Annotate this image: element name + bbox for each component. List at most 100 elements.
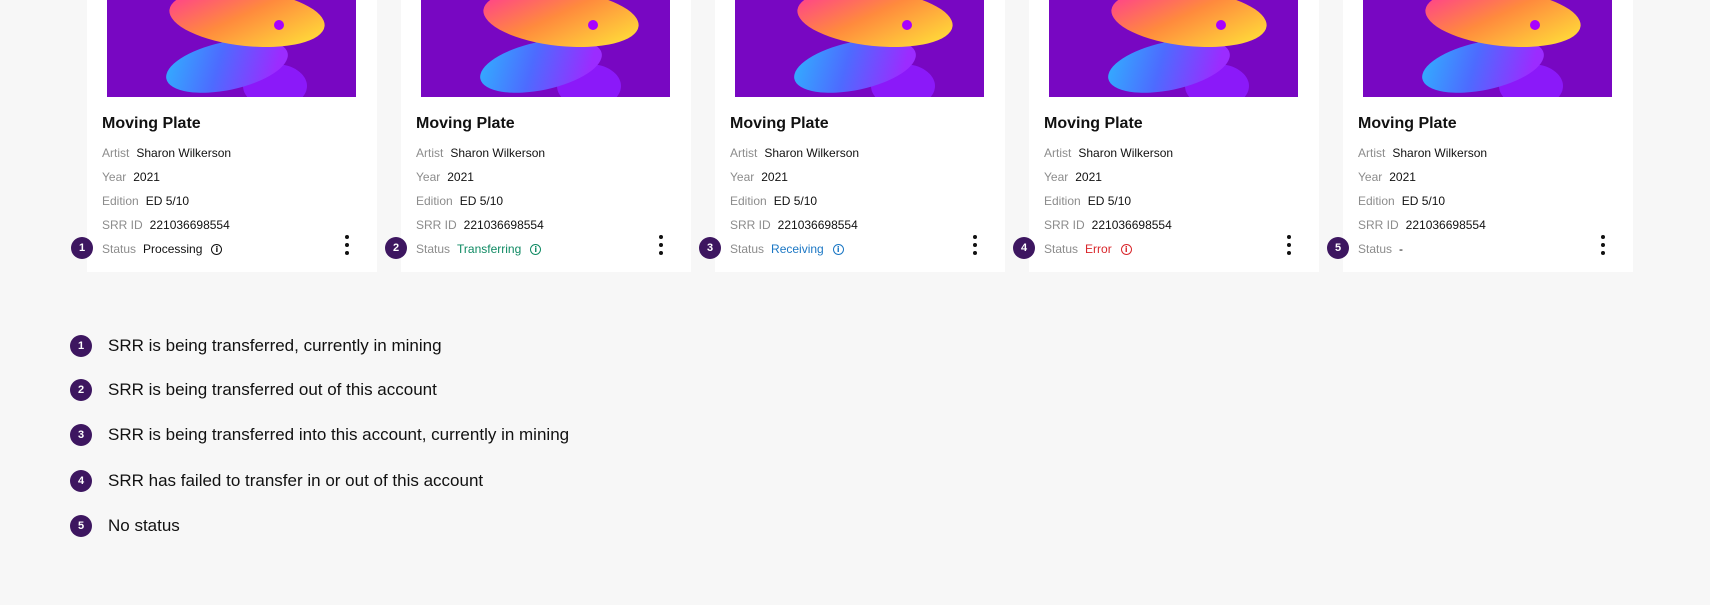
info-icon[interactable]: i (211, 243, 223, 255)
edition-value: ED 5/10 (145, 194, 190, 208)
status-row: Status - (1358, 242, 1403, 256)
srr-id-label: SRR ID (1358, 218, 1399, 232)
info-icon[interactable]: i (1120, 243, 1132, 255)
srr-id-value: 221036698554 (1091, 218, 1172, 232)
artwork-title: Moving Plate (1358, 115, 1457, 132)
srr-id-row: SRR ID 221036698554 (102, 218, 230, 232)
status-text: Transferring (457, 242, 522, 256)
edition-label: Edition (730, 194, 767, 208)
year-label: Year (1358, 170, 1383, 184)
edition-row: Edition ED 5/10 (1044, 194, 1131, 208)
edition-row: Edition ED 5/10 (1358, 194, 1445, 208)
more-options-icon[interactable] (657, 235, 665, 255)
status-value: Processing i (143, 242, 223, 256)
legend-badge: 5 (70, 515, 92, 537)
more-options-icon[interactable] (1285, 235, 1293, 255)
more-options-icon[interactable] (1599, 235, 1607, 255)
status-label: Status (102, 242, 137, 256)
status-label: Status (1358, 242, 1393, 256)
edition-label: Edition (102, 194, 139, 208)
legend-text: SRR is being transferred into this accou… (108, 425, 570, 444)
year-value: 2021 (447, 170, 474, 184)
legend-item: 3 SRR is being transferred into this acco… (70, 423, 569, 447)
artwork-image (421, 0, 670, 97)
status-label: Status (730, 242, 765, 256)
status-label: Status (416, 242, 451, 256)
edition-row: Edition ED 5/10 (416, 194, 503, 208)
artist-label: Artist (730, 146, 758, 160)
srr-id-label: SRR ID (730, 218, 771, 232)
edition-value: ED 5/10 (459, 194, 504, 208)
edition-row: Edition ED 5/10 (102, 194, 189, 208)
step-badge: 1 (71, 237, 93, 259)
edition-value: ED 5/10 (1401, 194, 1446, 208)
info-icon[interactable]: i (832, 243, 844, 255)
more-options-icon[interactable] (343, 235, 351, 255)
artwork-card[interactable]: Moving Plate Artist Sharon Wilkerson Year 20… (401, 0, 691, 272)
artwork-title: Moving Plate (1044, 115, 1143, 132)
artwork-card[interactable]: Moving Plate Artist Sharon Wilkerson Year 20… (1343, 0, 1633, 272)
year-row: Year 2021 (730, 170, 788, 184)
year-value: 2021 (1075, 170, 1102, 184)
status-value: - (1399, 242, 1403, 256)
edition-value: ED 5/10 (773, 194, 818, 208)
legend-text: SRR is being transferred out of this acc… (108, 380, 437, 399)
status-value: Receiving i (771, 242, 844, 256)
srr-id-label: SRR ID (416, 218, 457, 232)
srr-id-value: 221036698554 (149, 218, 230, 232)
step-badge: 3 (699, 237, 721, 259)
status-value: Error i (1085, 242, 1132, 256)
artwork-card[interactable]: Moving Plate Artist Sharon Wilkerson Year 20… (715, 0, 1005, 272)
artwork-title: Moving Plate (730, 115, 829, 132)
artist-value: Sharon Wilkerson (450, 146, 546, 160)
artist-label: Artist (1358, 146, 1386, 160)
srr-id-row: SRR ID 221036698554 (730, 218, 858, 232)
legend-item: 2 SRR is being transferred out of this ac… (70, 378, 437, 402)
artist-value: Sharon Wilkerson (764, 146, 860, 160)
year-value: 2021 (133, 170, 160, 184)
edition-label: Edition (1044, 194, 1081, 208)
step-badge: 4 (1013, 237, 1035, 259)
legend-badge: 4 (70, 470, 92, 492)
edition-row: Edition ED 5/10 (730, 194, 817, 208)
legend-text: SRR is being transferred, currently in m… (108, 336, 442, 355)
status-text: - (1399, 242, 1404, 256)
srr-id-value: 221036698554 (1405, 218, 1486, 232)
legend-item: 4 SRR has failed to transfer in or out of… (70, 469, 483, 493)
srr-id-row: SRR ID 221036698554 (1044, 218, 1172, 232)
year-label: Year (416, 170, 441, 184)
status-label: Status (1044, 242, 1079, 256)
status-row: Status Error i (1044, 242, 1132, 256)
year-label: Year (730, 170, 755, 184)
artwork-card[interactable]: Moving Plate Artist Sharon Wilkerson Year 20… (1029, 0, 1319, 272)
srr-id-row: SRR ID 221036698554 (416, 218, 544, 232)
artist-label: Artist (102, 146, 130, 160)
legend-text: No status (108, 516, 180, 535)
artist-row: Artist Sharon Wilkerson (730, 146, 859, 160)
status-row: Status Receiving i (730, 242, 844, 256)
artist-row: Artist Sharon Wilkerson (1358, 146, 1487, 160)
legend-text: SRR has failed to transfer in or out of … (108, 471, 484, 490)
legend-item: 5 No status (70, 514, 180, 538)
artwork-card[interactable]: Moving Plate Artist Sharon Wilkerson Year 20… (87, 0, 377, 272)
artist-row: Artist Sharon Wilkerson (102, 146, 231, 160)
status-row: Status Transferring i (416, 242, 542, 256)
step-badge: 5 (1327, 237, 1349, 259)
artwork-image (1363, 0, 1612, 97)
legend-badge: 1 (70, 335, 92, 357)
info-icon[interactable]: i (530, 243, 542, 255)
artist-row: Artist Sharon Wilkerson (1044, 146, 1173, 160)
year-row: Year 2021 (416, 170, 474, 184)
artwork-image (107, 0, 356, 97)
legend-item: 1 SRR is being transferred, currently in … (70, 334, 442, 358)
artist-value: Sharon Wilkerson (1392, 146, 1488, 160)
status-text: Processing (143, 242, 203, 256)
srr-id-label: SRR ID (1044, 218, 1085, 232)
more-options-icon[interactable] (971, 235, 979, 255)
artist-label: Artist (1044, 146, 1072, 160)
step-badge: 2 (385, 237, 407, 259)
year-row: Year 2021 (102, 170, 160, 184)
edition-label: Edition (416, 194, 453, 208)
year-label: Year (1044, 170, 1069, 184)
artist-value: Sharon Wilkerson (136, 146, 232, 160)
